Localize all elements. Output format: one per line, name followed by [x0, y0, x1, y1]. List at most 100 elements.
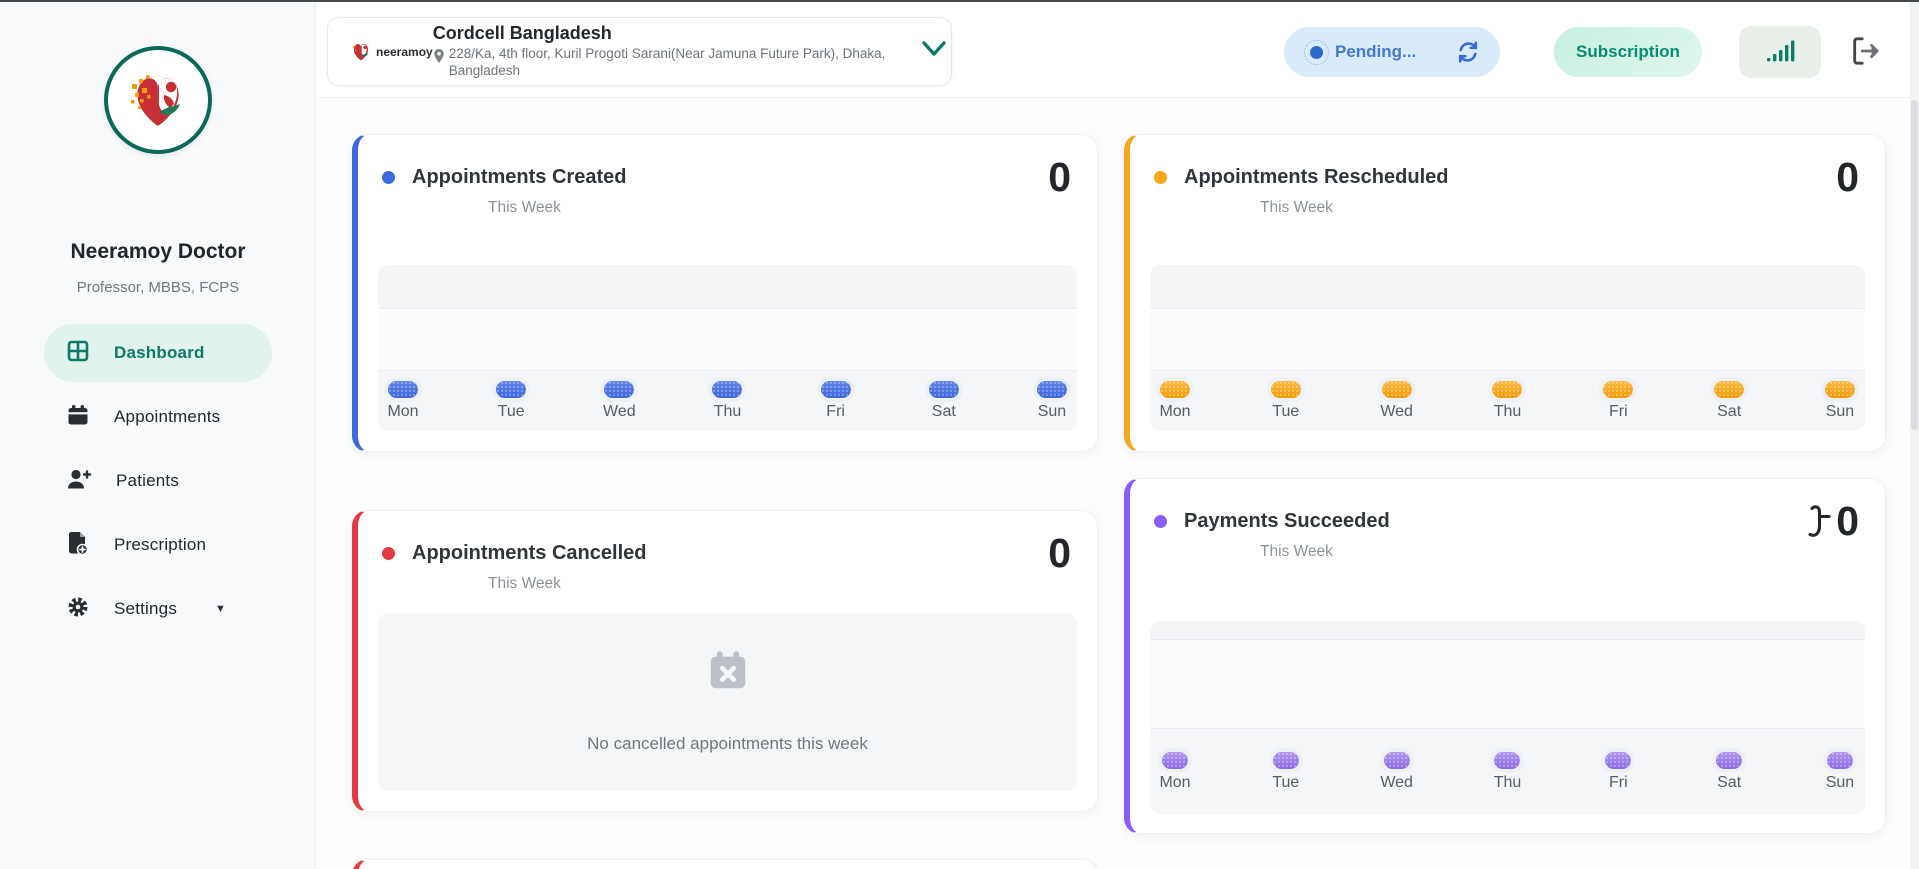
file-plus-icon — [66, 530, 90, 561]
doctor-title: Professor, MBBS, FCPS — [76, 279, 240, 296]
payments-dot-icon — [1154, 515, 1167, 528]
sidebar-item-patients[interactable]: Patients — [44, 452, 272, 510]
sidebar-item-label: Settings — [114, 599, 178, 618]
card-subtitle: This Week — [488, 199, 561, 216]
cancelled-dot-icon — [382, 547, 395, 560]
doctor-avatar — [104, 46, 212, 154]
chart-day-sun: Sun — [1817, 371, 1863, 431]
rescheduled-dot-icon — [1154, 171, 1167, 184]
chart-day-thu: Thu — [704, 371, 750, 431]
card-subtitle: This Week — [1260, 543, 1333, 560]
bar-thu — [1492, 381, 1523, 398]
payments-value: 0 — [1836, 498, 1859, 544]
clinic-address: 228/Ka, 4th floor, Kuril Progoti Sarani(… — [448, 46, 886, 78]
subscription-button[interactable]: Subscription — [1554, 27, 1702, 77]
clinic-selector[interactable]: neeramoy Cordcell Bangladesh 228/Ka, 4th… — [327, 17, 952, 86]
bar-sun — [1826, 751, 1853, 769]
card-title: Appointments Rescheduled — [1184, 166, 1449, 188]
chart-day-sun: Sun — [1817, 729, 1863, 814]
taka-currency-icon — [1806, 504, 1832, 540]
window-top-edge — [0, 0, 1919, 2]
app-root: neeramoy neeramoy Cordcell Bangladesh — [0, 0, 1919, 869]
sidebar-item-label: Patients — [116, 471, 180, 490]
bar-sat — [928, 381, 959, 398]
bar-mon — [1162, 751, 1188, 769]
gear-icon — [66, 595, 90, 624]
dashboard-grid-icon — [66, 339, 90, 368]
rescheduled-week-chart: Mon Tue Wed Thu Fri Sat Sun — [1150, 265, 1865, 431]
bar-fri — [1603, 381, 1634, 398]
sidebar-item-dashboard[interactable]: Dashboard — [44, 324, 272, 382]
clinic-name: Cordcell Bangladesh — [432, 23, 612, 44]
payments-week-chart: Mon Tue Wed Thu Fri Sat Sun — [1150, 621, 1865, 814]
sidebar-item-label: Appointments — [114, 407, 221, 426]
bar-thu — [1494, 751, 1521, 769]
logout-icon — [1849, 36, 1881, 69]
bar-wed — [1381, 381, 1412, 398]
bar-chart-icon — [1765, 39, 1795, 66]
cancelled-empty-state: No cancelled appointments this week — [378, 613, 1077, 791]
bar-fri — [1605, 751, 1632, 769]
cancelled-count: 0 — [1048, 530, 1071, 576]
clinic-info: Cordcell Bangladesh 228/Ka, 4th floor, K… — [433, 23, 921, 80]
chart-day-sat: Sat — [921, 371, 967, 431]
chart-day-tue: Tue — [488, 371, 534, 431]
bar-wed — [1383, 751, 1410, 769]
bar-tue — [1272, 751, 1299, 769]
sidebar-item-prescription[interactable]: Prescription — [44, 516, 272, 574]
chart-day-mon: Mon — [1152, 371, 1198, 431]
chevron-down-icon[interactable] — [921, 40, 947, 63]
chart-day-sat: Sat — [1706, 729, 1752, 814]
card-title: Appointments Created — [412, 166, 627, 188]
bar-sat — [1716, 751, 1743, 769]
chart-day-wed: Wed — [1374, 729, 1420, 814]
logout-button[interactable] — [1848, 36, 1882, 68]
card-title: Payments Succeeded — [1184, 510, 1390, 532]
chart-day-thu: Thu — [1484, 729, 1530, 814]
clinic-logo-text: neeramoy — [376, 44, 433, 59]
bar-tue — [1270, 381, 1301, 398]
card-appointments-rescheduled: Appointments Rescheduled 0 This Week Mon… — [1124, 134, 1886, 452]
scrollbar-thumb[interactable] — [1911, 100, 1918, 430]
created-dot-icon — [382, 171, 395, 184]
refresh-icon[interactable] — [1456, 40, 1480, 64]
bar-thu — [712, 381, 743, 398]
card-payments-succeeded: Payments Succeeded 0 This Week Mon Tue W… — [1124, 478, 1886, 834]
card-appointments-created: Appointments Created 0 This Week Mon Tue… — [352, 134, 1098, 452]
settings-caret-icon[interactable]: ▼ — [215, 603, 226, 615]
sidebar: Neeramoy Doctor Professor, MBBS, FCPS Da… — [0, 2, 316, 869]
scrollbar[interactable] — [1910, 2, 1919, 869]
chart-day-fri: Fri — [1595, 729, 1641, 814]
sidebar-item-label: Prescription — [114, 535, 207, 554]
chart-day-fri: Fri — [813, 371, 859, 431]
sidebar-item-settings[interactable]: Settings ▼ — [44, 580, 272, 638]
chart-day-mon: Mon — [380, 371, 426, 431]
chart-day-tue: Tue — [1263, 729, 1309, 814]
chart-day-thu: Thu — [1484, 371, 1530, 431]
sidebar-item-label: Dashboard — [114, 343, 205, 362]
analytics-button[interactable] — [1739, 26, 1821, 78]
subscription-status-badge[interactable]: Pending... — [1284, 27, 1500, 77]
bar-wed — [604, 381, 635, 398]
card-partial-next — [352, 859, 1098, 869]
location-pin-icon — [433, 48, 445, 80]
chart-day-tue: Tue — [1263, 371, 1309, 431]
clinic-logo: neeramoy — [350, 40, 433, 63]
rescheduled-count: 0 — [1836, 154, 1859, 200]
payments-amount: 0 — [1806, 501, 1859, 542]
bar-mon — [388, 381, 418, 398]
chart-day-wed: Wed — [1374, 371, 1420, 431]
created-count: 0 — [1048, 154, 1071, 200]
chart-day-wed: Wed — [596, 371, 642, 431]
main-content: Appointments Created 0 This Week Mon Tue… — [316, 97, 1910, 869]
cancelled-empty-text: No cancelled appointments this week — [587, 734, 868, 753]
bar-sun — [1036, 381, 1067, 398]
sidebar-item-appointments[interactable]: Appointments — [44, 388, 272, 446]
created-week-chart: Mon Tue Wed Thu Fri Sat Sun — [378, 265, 1077, 431]
bar-sat — [1714, 381, 1745, 398]
chart-day-sun: Sun — [1029, 371, 1075, 431]
card-appointments-cancelled: Appointments Cancelled 0 This Week No ca… — [352, 510, 1098, 812]
pending-status-label: Pending... — [1335, 42, 1417, 61]
chart-day-sat: Sat — [1706, 371, 1752, 431]
card-title: Appointments Cancelled — [412, 542, 647, 564]
